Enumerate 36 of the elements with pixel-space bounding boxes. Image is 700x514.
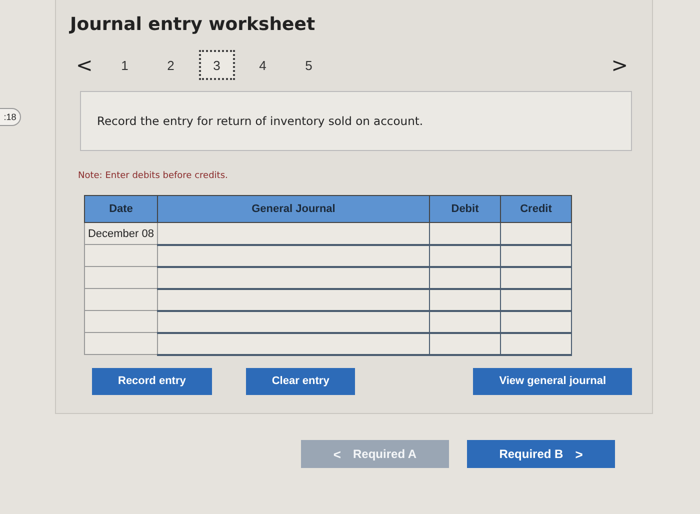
credit-field[interactable] xyxy=(500,244,572,266)
worksheet-title: Journal entry worksheet xyxy=(70,14,316,35)
account-field[interactable] xyxy=(158,266,430,288)
debit-field[interactable] xyxy=(430,332,500,354)
required-nav-button[interactable]: Required B > xyxy=(467,440,615,468)
account-field[interactable] xyxy=(158,310,430,332)
column-header: Date xyxy=(84,196,158,222)
credit-field[interactable] xyxy=(500,332,572,354)
account-field[interactable] xyxy=(158,288,430,310)
column-header: Debit xyxy=(430,196,500,222)
action-button[interactable]: View general journal xyxy=(473,368,632,394)
credit-field[interactable] xyxy=(500,310,572,332)
note-text: Note: Enter debits before credits. xyxy=(78,171,229,181)
credit-field[interactable] xyxy=(500,288,572,310)
account-field[interactable] xyxy=(158,222,430,244)
page-tab[interactable]: 4 xyxy=(244,50,281,80)
debit-field[interactable] xyxy=(430,244,500,266)
timer-badge: :18 xyxy=(0,108,21,126)
debit-field[interactable] xyxy=(430,266,500,288)
action-button[interactable]: Clear entry xyxy=(246,368,356,394)
page-tab[interactable]: 2 xyxy=(152,50,189,80)
column-header: General Journal xyxy=(158,196,430,222)
credit-field[interactable] xyxy=(500,266,572,288)
page-tab[interactable]: 3 xyxy=(198,50,235,80)
date-cell: December 08 xyxy=(84,222,158,244)
action-button[interactable]: Record entry xyxy=(92,368,212,394)
column-header: Credit xyxy=(500,196,572,222)
page-tab[interactable]: 5 xyxy=(290,50,327,80)
account-field[interactable] xyxy=(158,244,430,266)
debit-field[interactable] xyxy=(430,310,500,332)
debit-field[interactable] xyxy=(430,222,500,244)
page-tab[interactable]: 1 xyxy=(106,50,143,80)
debit-field[interactable] xyxy=(430,288,500,310)
credit-field[interactable] xyxy=(500,222,572,244)
instruction-text: Record the entry for return of inventory sold on account. xyxy=(97,114,424,128)
account-field[interactable] xyxy=(158,332,430,354)
